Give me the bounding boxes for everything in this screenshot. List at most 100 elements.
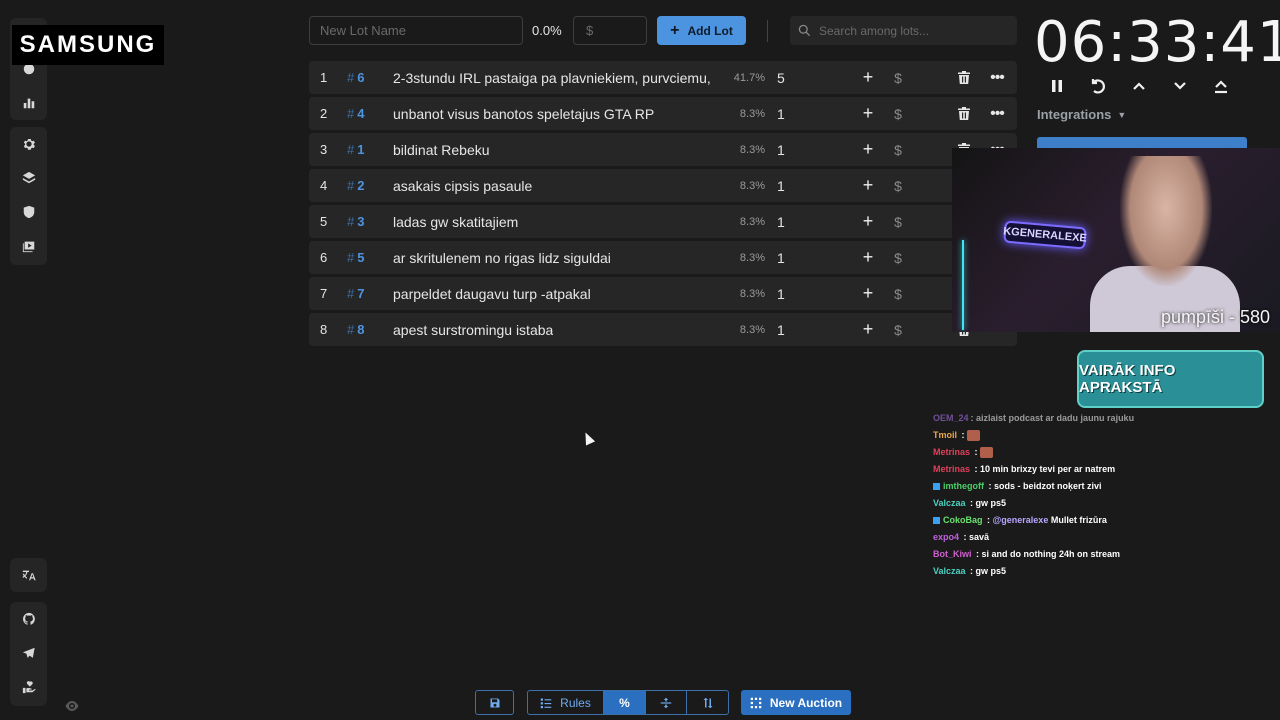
lots-list: 1 #6 2-3stundu IRL pastaiga pa plavniekiem… — [309, 61, 1017, 349]
lot-amount[interactable]: 1 — [777, 97, 785, 130]
double-time-button[interactable] — [1211, 76, 1231, 96]
lot-name[interactable]: asakais cipsis pasaule — [393, 169, 532, 202]
chat-username[interactable]: Valczaa — [933, 566, 966, 576]
chat-text-after: Mullet frizūra — [1048, 515, 1107, 525]
lot-row[interactable]: 7 #7 parpeldet daugavu turp -atpakal 8.3% 1 +… — [309, 277, 1017, 310]
lot-name[interactable]: unbanot visus banotos speletajus GTA RP — [393, 97, 654, 130]
lot-dollar-button[interactable]: $ — [892, 277, 904, 310]
sidebar-media-button[interactable] — [10, 229, 47, 263]
lot-delete-button[interactable] — [957, 97, 971, 130]
sidebar-layers-button[interactable] — [10, 161, 47, 195]
chat-username[interactable]: Metrinas — [933, 447, 970, 457]
lot-amount[interactable]: 1 — [777, 241, 785, 274]
chat-username[interactable]: Tmoil — [933, 430, 957, 440]
lot-add-bid-button[interactable]: + — [860, 169, 876, 202]
lot-dollar-button[interactable]: $ — [892, 61, 904, 94]
lot-row[interactable]: 5#3ladas gw skatitajiem8.3%1+$••• — [309, 205, 1017, 238]
lot-amount[interactable]: 1 — [777, 133, 785, 166]
chat-message: imthegoff : sods - beidzot noķert zivi — [933, 478, 1273, 495]
chat-username[interactable]: OEM_24 — [933, 413, 969, 423]
add-lot-button[interactable]: + Add Lot — [657, 16, 746, 45]
hash-icon: # — [347, 70, 355, 85]
percent-toggle[interactable]: % — [604, 691, 646, 714]
lot-row[interactable]: 2 #4 unbanot visus banotos speletajus GTA … — [309, 97, 1017, 130]
restart-icon — [1091, 79, 1105, 94]
rules-button[interactable]: Rules — [528, 691, 604, 714]
lot-add-bid-button[interactable]: + — [860, 313, 876, 346]
lot-add-bid-button[interactable]: + — [860, 97, 876, 130]
lot-name[interactable]: ladas gw skatitajiem — [393, 205, 518, 238]
lot-name[interactable]: ar skritulenem no rigas lidz siguldai — [393, 241, 611, 274]
lot-search[interactable] — [790, 16, 1017, 45]
new-lot-percent: 0.0% — [532, 23, 562, 38]
layers-icon — [22, 171, 35, 184]
lot-dollar-button[interactable]: $ — [892, 313, 904, 346]
chat-message: CokoBag : @generalexe Mullet frizūra — [933, 512, 1273, 529]
sidebar-telegram-button[interactable] — [10, 636, 47, 670]
lot-name[interactable]: parpeldet daugavu turp -atpakal — [393, 277, 591, 310]
lot-index: 5 — [320, 214, 328, 229]
pause-button[interactable] — [1047, 76, 1067, 96]
save-button[interactable] — [475, 690, 514, 715]
lot-add-bid-button[interactable]: + — [860, 61, 876, 94]
sort-toggle[interactable] — [687, 691, 728, 714]
lot-index: 2 — [320, 106, 328, 121]
chat-text: : 10 min brixzy tevi per ar natrem — [972, 464, 1116, 474]
lot-row[interactable]: 4#2asakais cipsis pasaule8.3%1+$••• — [309, 169, 1017, 202]
chat-username[interactable]: imthegoff — [943, 481, 984, 491]
chat-username[interactable]: Metrinas — [933, 464, 970, 474]
chevron-down-icon — [1174, 82, 1186, 90]
lot-more-button[interactable]: ••• — [989, 61, 1005, 94]
lot-amount[interactable]: 5 — [777, 61, 785, 94]
lot-fast-id-value: 7 — [357, 286, 365, 301]
lot-index: 1 — [320, 70, 328, 85]
lot-percent: 8.3% — [739, 143, 765, 156]
lot-add-bid-button[interactable]: + — [860, 277, 876, 310]
lot-dollar-button[interactable]: $ — [892, 241, 904, 274]
lot-name[interactable]: apest surstromingu istaba — [393, 313, 553, 346]
lot-fast-id-value: 6 — [357, 70, 365, 85]
visibility-toggle[interactable] — [64, 698, 80, 719]
search-input[interactable] — [819, 23, 999, 38]
integrations-dropdown[interactable]: Integrations ▼ — [1037, 107, 1126, 122]
lot-row[interactable]: 8#8apest surstromingu istaba8.3%1+$••• — [309, 313, 1017, 346]
sidebar-settings-button[interactable] — [10, 127, 47, 161]
lot-amount[interactable]: 1 — [777, 313, 785, 346]
subtract-time-button[interactable] — [1170, 76, 1190, 96]
sidebar-shield-button[interactable] — [10, 195, 47, 229]
new-lot-amount-input[interactable] — [573, 16, 647, 45]
new-lot-name-input[interactable] — [309, 16, 523, 45]
lot-add-bid-button[interactable]: + — [860, 133, 876, 166]
lot-amount[interactable]: 1 — [777, 205, 785, 238]
reset-timer-button[interactable] — [1088, 76, 1108, 96]
lot-dollar-button[interactable]: $ — [892, 133, 904, 166]
lot-dollar-button[interactable]: $ — [892, 205, 904, 238]
split-toggle[interactable] — [646, 691, 687, 714]
neon-light — [962, 240, 964, 330]
sidebar-donate-button[interactable] — [10, 670, 47, 704]
lot-dollar-button[interactable]: $ — [892, 97, 904, 130]
chat-message: Valczaa : gw ps5 — [933, 495, 1273, 512]
lot-fast-id: #8 — [347, 313, 364, 346]
chat-username[interactable]: CokoBag — [943, 515, 983, 525]
lot-delete-button[interactable] — [957, 61, 971, 94]
sidebar-language-button[interactable] — [10, 558, 47, 592]
lot-amount[interactable]: 1 — [777, 277, 785, 310]
add-time-button[interactable] — [1129, 76, 1149, 96]
lot-row[interactable]: 3#1bildinat Rebeku8.3%1+$••• — [309, 133, 1017, 166]
chat-username[interactable]: Bot_Kiwi — [933, 549, 972, 559]
sidebar-stats-button[interactable] — [10, 86, 47, 120]
lot-more-button[interactable]: ••• — [989, 97, 1005, 130]
chat-username[interactable]: Valczaa — [933, 498, 966, 508]
lot-add-bid-button[interactable]: + — [860, 205, 876, 238]
lot-row[interactable]: 1 #6 2-3stundu IRL pastaiga pa plavniekiem… — [309, 61, 1017, 94]
lot-add-bid-button[interactable]: + — [860, 241, 876, 274]
lot-name[interactable]: bildinat Rebeku — [393, 133, 490, 166]
sidebar-github-button[interactable] — [10, 602, 47, 636]
lot-row[interactable]: 6 #5 ar skritulenem no rigas lidz siguldai… — [309, 241, 1017, 274]
new-auction-button[interactable]: New Auction — [741, 690, 851, 715]
lot-name[interactable]: 2-3stundu IRL pastaiga pa plavniekiem, p… — [393, 61, 711, 94]
chat-username[interactable]: expo4 — [933, 532, 959, 542]
lot-amount[interactable]: 1 — [777, 169, 785, 202]
lot-dollar-button[interactable]: $ — [892, 169, 904, 202]
